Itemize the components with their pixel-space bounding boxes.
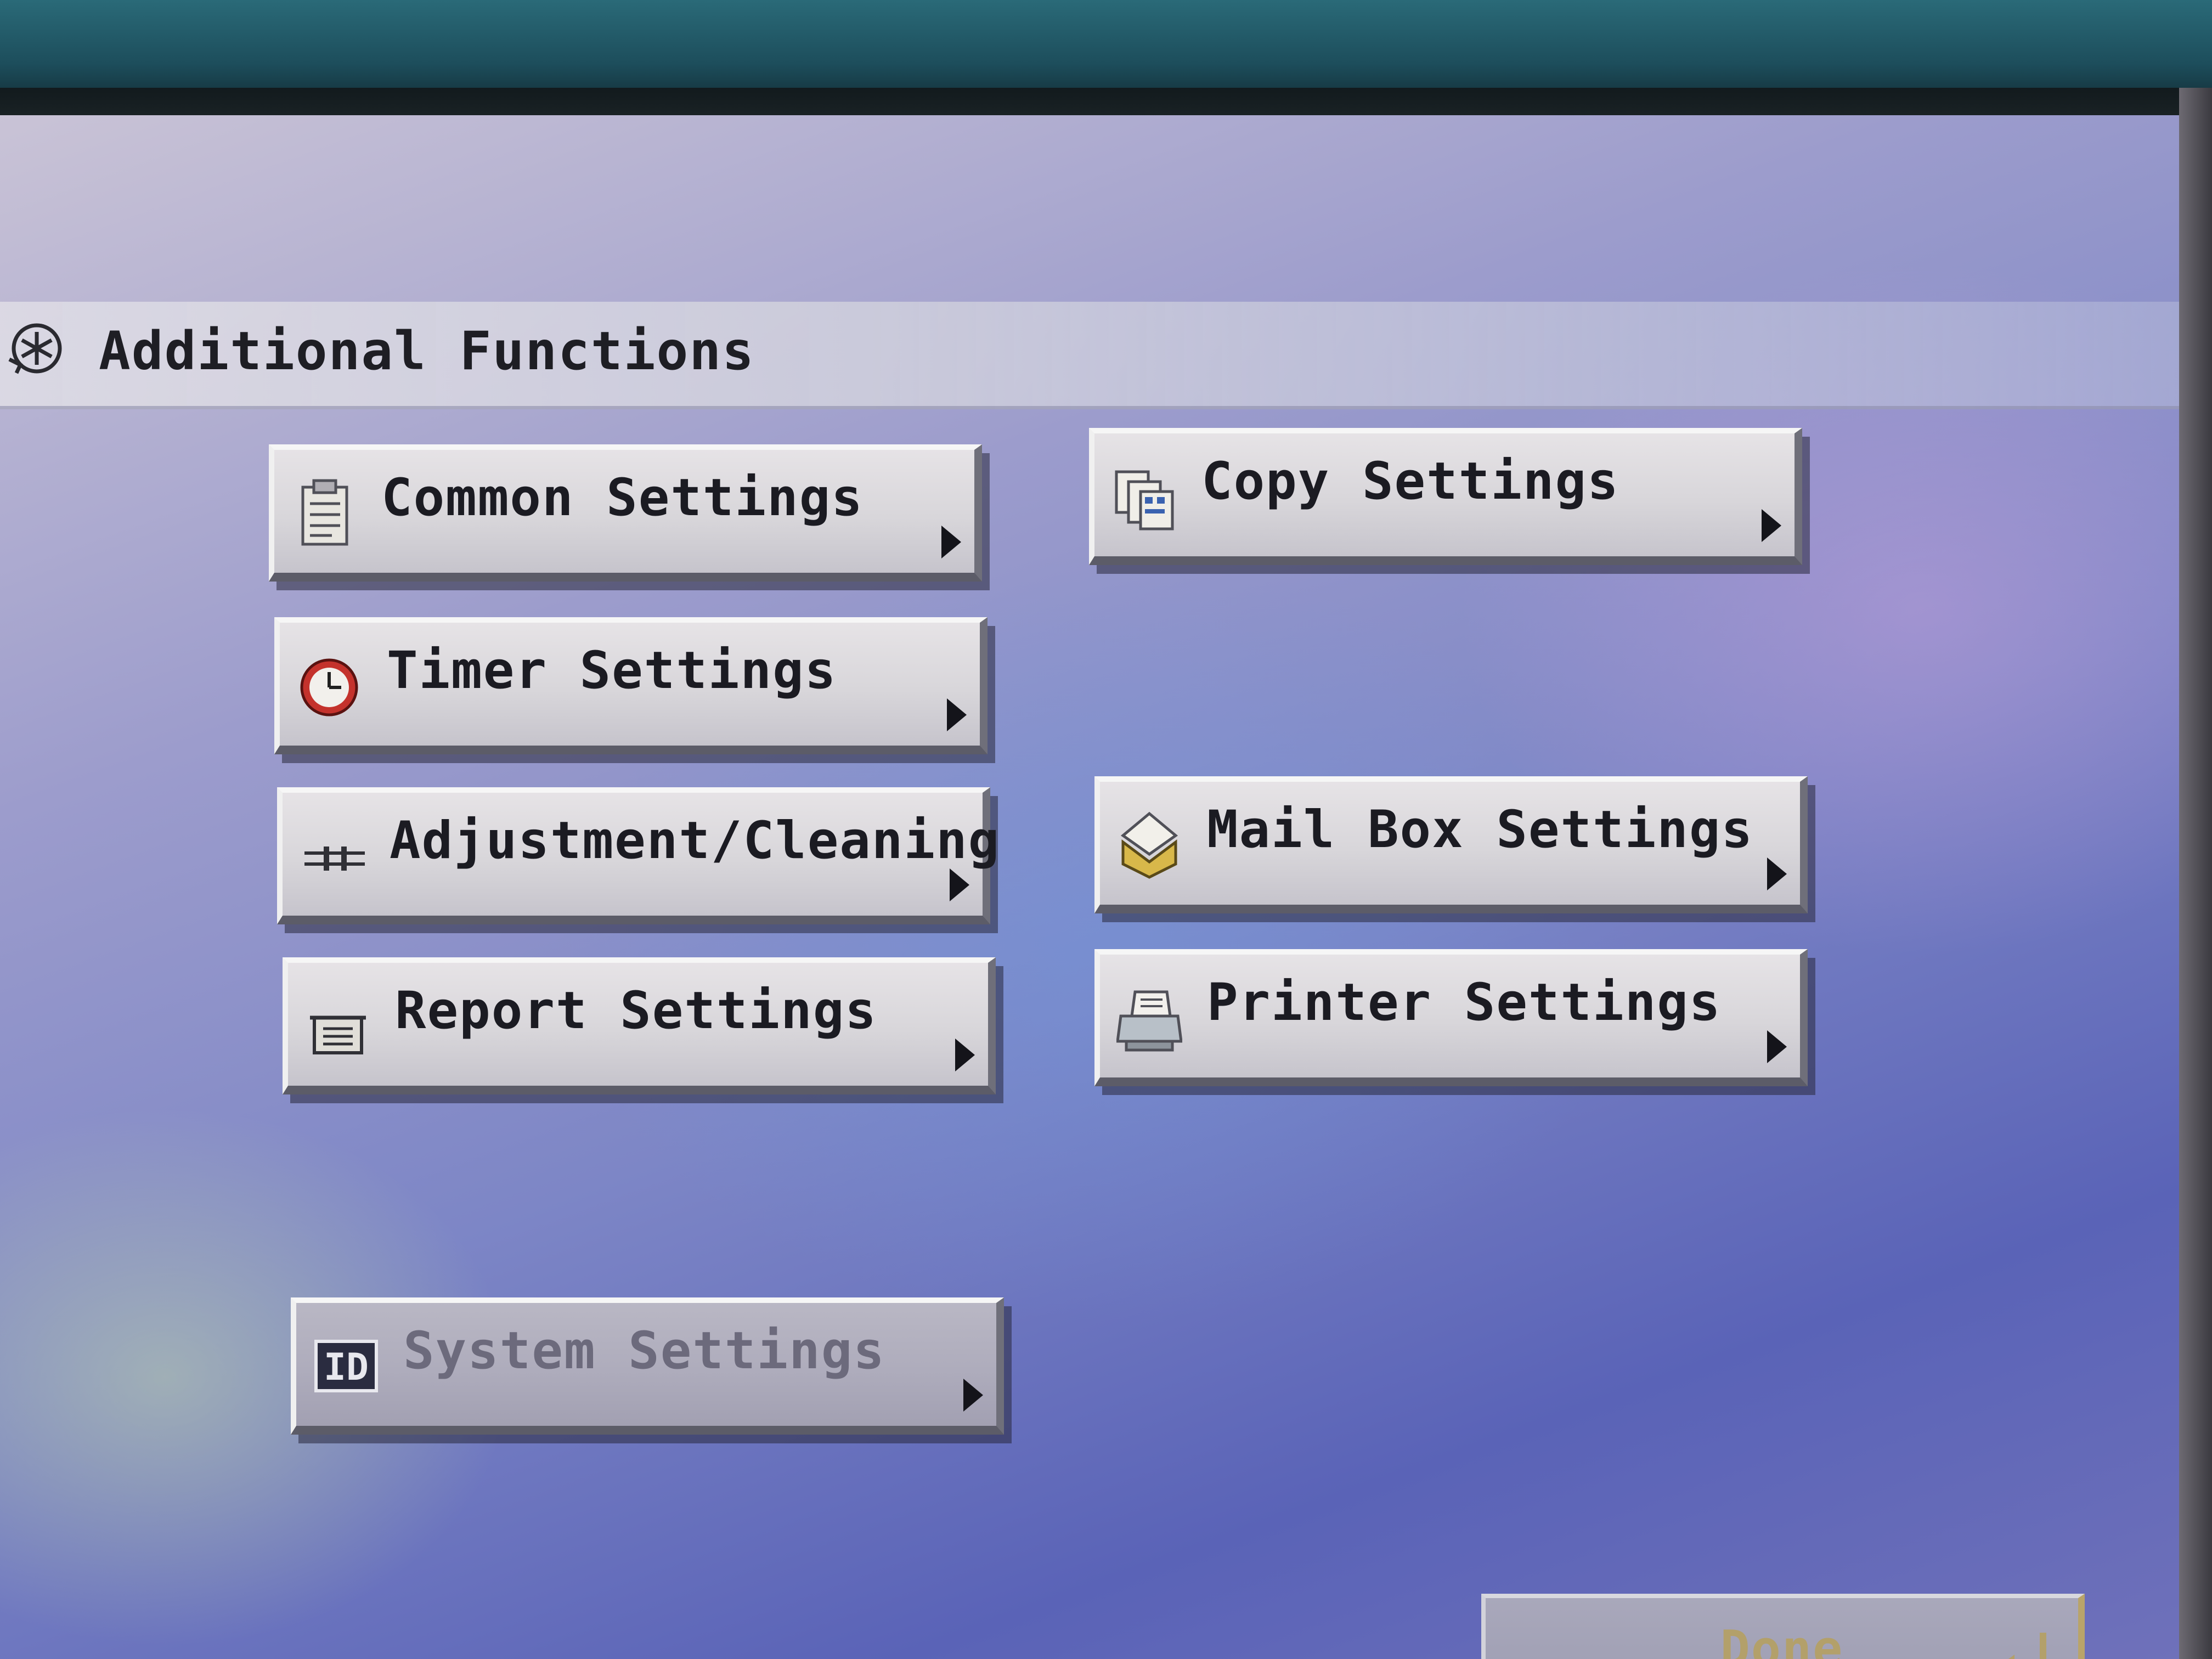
additional-functions-icon	[8, 323, 62, 374]
common-settings-label: Common Settings	[381, 468, 864, 528]
chevron-right-icon	[1762, 509, 1781, 542]
mailbox-icon	[1120, 811, 1178, 879]
done-button[interactable]: Done	[1481, 1594, 2085, 1659]
id-icon: ID	[314, 1340, 378, 1392]
lcd-screen: Additional Functions Common Settings Cop…	[0, 115, 2179, 1659]
report-icon	[310, 1015, 366, 1054]
chevron-right-icon	[955, 1039, 975, 1071]
timer-settings-button[interactable]: Timer Settings	[274, 617, 988, 754]
copy-settings-button[interactable]: Copy Settings	[1089, 428, 1802, 565]
device-bezel-right	[2179, 88, 2212, 1659]
id-badge-text: ID	[324, 1346, 369, 1389]
adjustment-cleaning-button[interactable]: Adjustment/Cleaning	[277, 787, 999, 924]
common-settings-button[interactable]: Common Settings	[269, 444, 982, 582]
chevron-right-icon	[950, 868, 969, 901]
chevron-right-icon	[947, 698, 967, 731]
report-settings-button[interactable]: Report Settings	[283, 957, 996, 1094]
clipboard-icon	[301, 479, 348, 546]
printer-settings-label: Printer Settings	[1207, 973, 1722, 1032]
slider-adjust-icon	[304, 847, 365, 871]
report-settings-label: Report Settings	[395, 981, 877, 1041]
printer-icon	[1116, 990, 1182, 1052]
chevron-right-icon	[1767, 1030, 1787, 1063]
copy-pages-icon	[1115, 470, 1174, 531]
adjustment-cleaning-label: Adjustment/Cleaning	[390, 811, 1001, 871]
mail-box-settings-label: Mail Box Settings	[1207, 800, 1754, 860]
chevron-right-icon	[941, 526, 961, 558]
timer-settings-label: Timer Settings	[387, 641, 837, 701]
enter-arrow-icon	[2008, 1633, 2046, 1659]
mail-box-settings-button[interactable]: Mail Box Settings	[1094, 776, 1808, 913]
clock-icon	[300, 658, 358, 716]
done-label: Done	[1720, 1620, 1844, 1659]
system-settings-button[interactable]: ID System Settings	[291, 1297, 1004, 1435]
printer-settings-button[interactable]: Printer Settings	[1094, 949, 1808, 1086]
system-settings-label: System Settings	[403, 1321, 885, 1381]
page-title: Additional Functions	[99, 320, 755, 382]
copy-settings-label: Copy Settings	[1201, 452, 1620, 511]
chevron-right-icon	[963, 1379, 983, 1412]
chevron-right-icon	[1767, 857, 1787, 890]
